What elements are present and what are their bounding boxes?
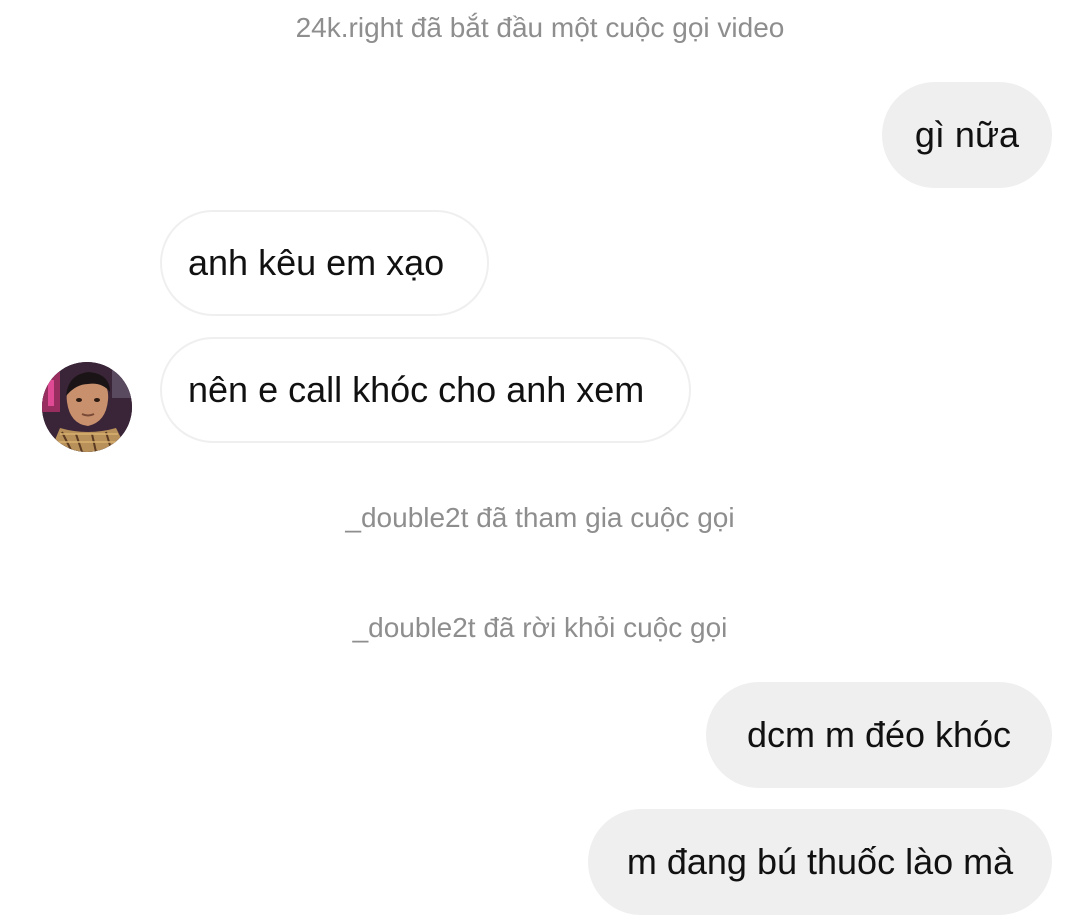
system-message-left-call: _double2t đã rời khỏi cuộc gọi <box>352 612 728 643</box>
system-message-call-started: 24k.right đã bắt đầu một cuộc gọi video <box>295 12 785 43</box>
outgoing-message[interactable]: dcm m đéo khóc <box>706 682 1052 788</box>
incoming-message[interactable]: nên e call khóc cho anh xem <box>160 337 691 443</box>
avatar-photo-icon <box>42 362 132 452</box>
incoming-message[interactable]: anh kêu em xạo <box>160 210 489 316</box>
sender-avatar[interactable] <box>42 362 132 452</box>
outgoing-message[interactable]: gì nữa <box>882 82 1052 188</box>
system-message-joined-call: _double2t đã tham gia cuộc gọi <box>345 502 735 533</box>
outgoing-message[interactable]: m đang bú thuốc lào mà <box>588 809 1052 915</box>
